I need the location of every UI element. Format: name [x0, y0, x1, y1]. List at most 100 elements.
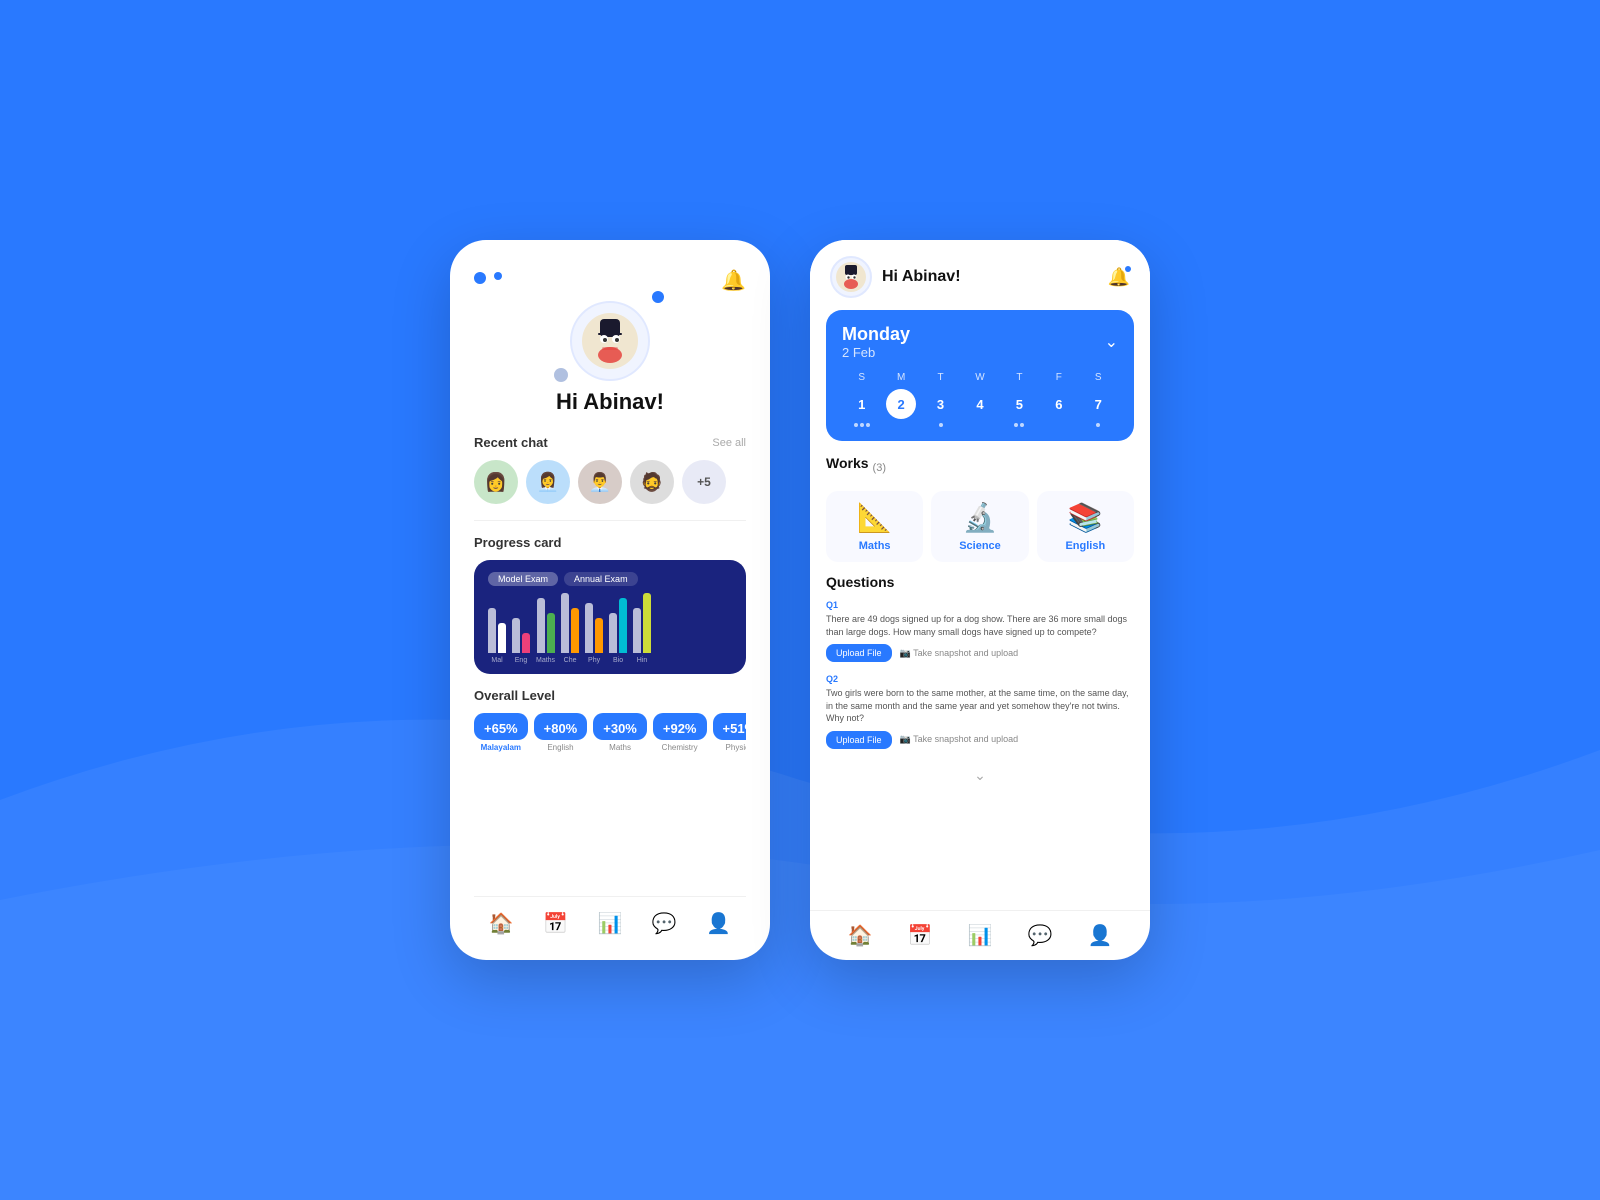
cal-day-3[interactable]: 3	[926, 389, 956, 419]
chat-avatar-2[interactable]: 👩‍💼	[526, 460, 570, 504]
cal-day-name-T: T	[1004, 372, 1034, 383]
nav-profile-icon[interactable]: 👤	[698, 907, 739, 940]
question-text-Q2: Two girls were born to the same mother, …	[826, 687, 1134, 725]
work-label-maths: Maths	[859, 540, 891, 552]
question-q2: Q2 Two girls were born to the same mothe…	[826, 674, 1134, 749]
level-card-english[interactable]: +80% English	[534, 713, 588, 752]
avatar-dot-2	[554, 368, 568, 382]
upload-button-Q2[interactable]: Upload File	[826, 731, 892, 749]
progress-tags: Model Exam Annual Exam	[488, 572, 732, 586]
p2-bell-icon[interactable]: 🔔	[1108, 267, 1130, 288]
calendar-dots-row	[842, 423, 1118, 427]
question-text-Q1: There are 49 dogs signed up for a dog sh…	[826, 613, 1134, 638]
calendar-header: Monday 2 Feb ⌄	[842, 324, 1118, 360]
work-card-maths[interactable]: 📐 Maths	[826, 491, 923, 562]
level-card-maths[interactable]: +30% Maths	[593, 713, 647, 752]
chat-avatar-4[interactable]: 🧔	[630, 460, 674, 504]
progress-card: Model Exam Annual Exam Mal Eng Maths	[474, 560, 746, 674]
work-card-english[interactable]: 📚 English	[1037, 491, 1134, 562]
works-count: (3)	[873, 462, 886, 474]
recent-chat-header: Recent chat See all	[474, 435, 746, 450]
calendar-chevron-icon[interactable]: ⌄	[1105, 332, 1118, 352]
works-section: Works (3) 📐 Maths 🔬 Science 📚 English	[810, 455, 1150, 562]
divider-1	[474, 520, 746, 521]
nav-home-icon[interactable]: 🏠	[481, 907, 522, 940]
question-number-Q2: Q2	[826, 674, 1134, 684]
bar-col-Bio: Bio	[609, 598, 627, 664]
nav-stats-icon[interactable]: 📊	[590, 907, 631, 940]
p2-nav-home-icon[interactable]: 🏠	[840, 919, 881, 952]
cal-day-6[interactable]: 6	[1044, 389, 1074, 419]
cal-dot-area-6	[1044, 423, 1074, 427]
avatar-dot-1	[652, 291, 664, 303]
cal-day-7[interactable]: 7	[1083, 389, 1113, 419]
bar-col-Mal: Mal	[488, 608, 506, 664]
questions-section: Questions Q1 There are 49 dogs signed up…	[810, 574, 1150, 910]
chat-avatar-3[interactable]: 👨‍💼	[578, 460, 622, 504]
phone2: Hi Abinav! 🔔 Monday 2 Feb ⌄ SMTWTFS 1234…	[810, 240, 1150, 960]
greeting-text: Hi Abinav!	[556, 389, 664, 415]
avatar-image	[580, 311, 640, 371]
level-card-malayalam[interactable]: +65% Malayalam	[474, 713, 528, 752]
phone1: 🔔	[450, 240, 770, 960]
tag-model-exam[interactable]: Model Exam	[488, 572, 558, 586]
overall-level-title: Overall Level	[474, 688, 555, 703]
cal-dot-area-7	[1083, 423, 1113, 427]
p2-nav-stats-icon[interactable]: 📊	[960, 919, 1001, 952]
work-label-english: English	[1065, 540, 1105, 552]
question-q1: Q1 There are 49 dogs signed up for a dog…	[826, 600, 1134, 662]
calendar-section: Monday 2 Feb ⌄ SMTWTFS 1234567	[826, 310, 1134, 441]
progress-card-header: Progress card	[474, 535, 746, 550]
cal-day-name-S: S	[1083, 372, 1113, 383]
see-all-link[interactable]: See all	[712, 437, 746, 449]
notification-bell-icon[interactable]: 🔔	[721, 268, 746, 293]
chat-avatar-1[interactable]: 👩	[474, 460, 518, 504]
p2-nav-profile-icon[interactable]: 👤	[1080, 919, 1121, 952]
cal-day-name-S: S	[847, 372, 877, 383]
snapshot-button-Q1[interactable]: 📷 Take snapshot and upload	[900, 648, 1019, 659]
snapshot-button-Q2[interactable]: 📷 Take snapshot and upload	[900, 734, 1019, 745]
progress-card-title: Progress card	[474, 535, 561, 550]
level-card-chemistry[interactable]: +92% Chemistry	[653, 713, 707, 752]
recent-chat-title: Recent chat	[474, 435, 548, 450]
overall-level-header: Overall Level	[474, 688, 746, 703]
works-title: Works	[826, 455, 869, 471]
p2-nav-chat-icon[interactable]: 💬	[1020, 919, 1061, 952]
works-cards: 📐 Maths 🔬 Science 📚 English	[826, 491, 1134, 562]
cal-day-5[interactable]: 5	[1004, 389, 1034, 419]
questions-chevron-icon[interactable]: ⌄	[826, 761, 1134, 790]
phone1-header: 🔔	[474, 268, 746, 293]
cal-day-1[interactable]: 1	[847, 389, 877, 419]
cal-day-name-F: F	[1044, 372, 1074, 383]
avatar-section: Hi Abinav!	[474, 301, 746, 415]
cal-day-4[interactable]: 4	[965, 389, 995, 419]
chat-avatars-row: 👩 👩‍💼 👨‍💼 🧔 +5	[474, 460, 746, 504]
level-card-physics[interactable]: +51% Physics	[713, 713, 747, 752]
work-icon-maths: 📐	[857, 501, 892, 534]
questions-title: Questions	[826, 574, 1134, 590]
bell-notification-dot	[1125, 266, 1131, 272]
cal-dot-area-5	[1004, 423, 1034, 427]
bottom-nav-1: 🏠 📅 📊 💬 👤	[474, 896, 746, 944]
cal-dot-area-3	[926, 423, 956, 427]
cal-day-name-W: W	[965, 372, 995, 383]
p2-greeting-text: Hi Abinav!	[882, 268, 1108, 286]
decorative-dot-large	[474, 272, 486, 284]
cal-day-2[interactable]: 2	[886, 389, 916, 419]
level-cards: +65% Malayalam +80% English +30% Maths +…	[474, 713, 746, 752]
upload-button-Q1[interactable]: Upload File	[826, 644, 892, 662]
tag-annual-exam[interactable]: Annual Exam	[564, 572, 638, 586]
calendar-month: Monday	[842, 324, 910, 345]
bar-col-Eng: Eng	[512, 618, 530, 664]
work-card-science[interactable]: 🔬 Science	[931, 491, 1028, 562]
work-icon-english: 📚	[1068, 501, 1103, 534]
bar-col-Che: Che	[561, 593, 579, 664]
chat-avatar-more[interactable]: +5	[682, 460, 726, 504]
p2-nav-calendar-icon[interactable]: 📅	[900, 919, 941, 952]
calendar-days-row: 1234567	[842, 389, 1118, 419]
nav-chat-icon[interactable]: 💬	[644, 907, 685, 940]
calendar-days-header: SMTWTFS	[842, 372, 1118, 383]
question-number-Q1: Q1	[826, 600, 1134, 610]
cal-dot-area-4	[965, 423, 995, 427]
nav-calendar-icon[interactable]: 📅	[535, 907, 576, 940]
